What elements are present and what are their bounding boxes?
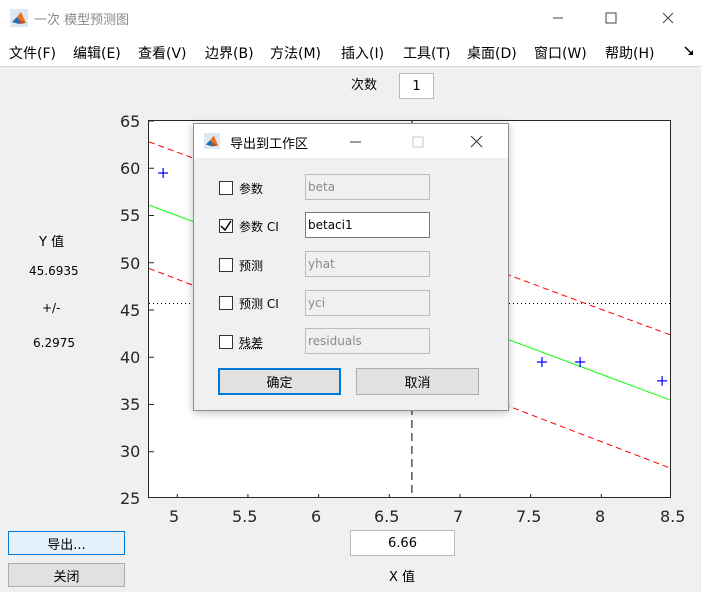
x-tick-label: 6 — [311, 507, 322, 526]
data-point — [657, 375, 668, 386]
y-value: 45.6935 — [29, 264, 79, 278]
close-button[interactable]: 关闭 — [8, 563, 125, 587]
close-window-button[interactable] — [645, 0, 691, 36]
label-prediction-ci: 预测 CI — [239, 297, 279, 311]
minimize-button[interactable] — [535, 0, 581, 36]
dock-arrow-icon[interactable] — [683, 45, 695, 57]
x-value-label: X 值 — [389, 570, 416, 585]
title-bar: 一次 模型预测图 — [0, 0, 701, 36]
close-icon[interactable] — [470, 135, 483, 148]
plus-minus-label: +/- — [42, 301, 61, 315]
minimize-icon — [553, 17, 563, 19]
field-parameters-ci[interactable]: betaci1 — [305, 212, 430, 238]
label-parameters: 参数 — [239, 182, 264, 196]
field-parameters[interactable]: beta — [305, 174, 430, 200]
checkbox-parameters[interactable] — [219, 181, 233, 195]
menu-file[interactable]: 文件(F) — [9, 43, 56, 63]
label-prediction: 预测 — [239, 259, 264, 273]
y-interval-value: 6.2975 — [33, 336, 75, 350]
menu-bar: 文件(F) 编辑(E) 查看(V) 边界(B) 方法(M) 插入(I) 工具(T… — [0, 36, 701, 67]
window-title: 一次 模型预测图 — [34, 13, 130, 28]
field-prediction[interactable]: yhat — [305, 251, 430, 277]
x-tick-label: 5.5 — [232, 507, 258, 526]
iteration-input[interactable]: 1 — [399, 73, 434, 99]
checkbox-prediction-ci[interactable] — [219, 296, 233, 310]
data-point — [158, 167, 169, 178]
menu-view[interactable]: 查看(V) — [138, 43, 187, 63]
cancel-button[interactable]: 取消 — [356, 368, 479, 395]
matlab-logo-icon — [204, 133, 220, 149]
checkmark-icon — [220, 220, 232, 232]
x-tick-label: 6.5 — [374, 507, 400, 526]
x-tick-label: 7.5 — [516, 507, 542, 526]
field-residuals[interactable]: residuals — [305, 328, 430, 354]
dialog-title: 导出到工作区 — [230, 137, 309, 152]
menu-method[interactable]: 方法(M) — [270, 43, 321, 63]
menu-desktop[interactable]: 桌面(D) — [467, 43, 517, 63]
menu-edit[interactable]: 编辑(E) — [73, 43, 121, 63]
y-tick-label: 30 — [120, 442, 141, 461]
x-value-input[interactable]: 6.66 — [350, 530, 455, 556]
minimize-icon[interactable] — [350, 136, 362, 148]
checkbox-residuals[interactable] — [219, 335, 233, 349]
y-tick-label: 65 — [120, 112, 141, 131]
y-tick-label: 45 — [120, 301, 141, 320]
export-button[interactable]: 导出... — [8, 531, 125, 555]
y-tick-label: 40 — [120, 348, 141, 367]
menu-window[interactable]: 窗口(W) — [534, 43, 587, 63]
field-prediction-ci[interactable]: yci — [305, 290, 430, 316]
maximize-icon — [412, 136, 424, 148]
menu-bounds[interactable]: 边界(B) — [205, 43, 254, 63]
checkbox-prediction[interactable] — [219, 258, 233, 272]
x-tick-label: 7 — [453, 507, 464, 526]
checkbox-parameters-ci[interactable] — [219, 219, 233, 233]
menu-tools[interactable]: 工具(T) — [403, 43, 450, 63]
y-tick-label: 55 — [120, 206, 141, 225]
maximize-icon — [605, 12, 617, 24]
y-value-label: Y 值 — [39, 235, 65, 250]
iteration-label: 次数 — [351, 78, 378, 93]
x-tick-label: 8 — [595, 507, 606, 526]
ok-button[interactable]: 确定 — [218, 368, 341, 395]
matlab-logo-icon — [10, 9, 28, 27]
y-tick-label: 25 — [120, 489, 141, 508]
export-dialog: 导出到工作区 参数 beta 参数 CI betaci1 预测 yhat 预测 … — [193, 123, 509, 411]
label-parameters-ci: 参数 CI — [239, 220, 279, 234]
dialog-title-bar: 导出到工作区 — [194, 124, 508, 158]
y-tick-label: 35 — [120, 395, 141, 414]
menu-insert[interactable]: 插入(I) — [341, 43, 384, 63]
label-residuals: 残差 — [239, 336, 264, 350]
x-tick-label: 8.5 — [660, 507, 686, 526]
menu-help[interactable]: 帮助(H) — [605, 43, 654, 63]
data-point — [536, 356, 547, 367]
y-tick-label: 50 — [120, 254, 141, 273]
close-icon — [662, 12, 674, 24]
maximize-button[interactable] — [588, 0, 634, 36]
x-tick-label: 5 — [169, 507, 180, 526]
y-tick-label: 60 — [120, 159, 141, 178]
